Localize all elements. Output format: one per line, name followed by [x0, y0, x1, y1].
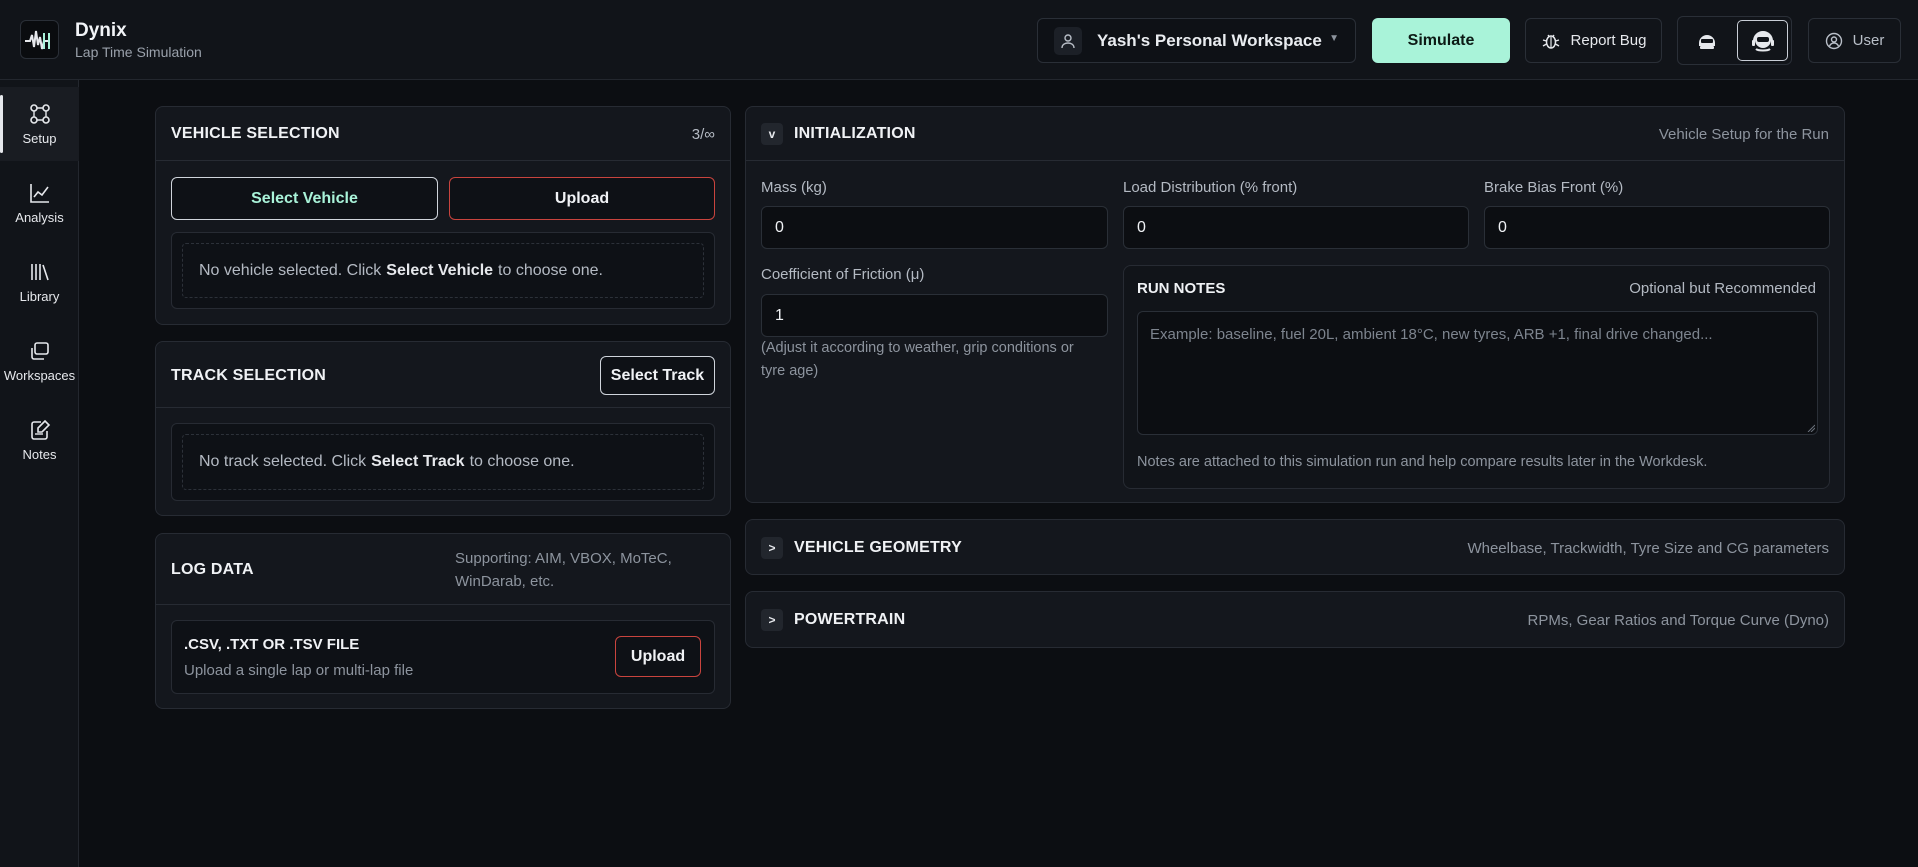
bug-icon [1542, 34, 1559, 49]
collapse-toggle-icon[interactable]: v [761, 123, 783, 145]
app-name: Dynix [75, 20, 127, 41]
panel-title: TRACK SELECTION [171, 367, 326, 384]
run-notes-title: RUN NOTES [1137, 280, 1226, 297]
vehicle-geometry-section[interactable]: > VEHICLE GEOMETRY Wheelbase, Trackwidth… [745, 519, 1845, 575]
chevron-down-icon: ▼ [1329, 33, 1339, 44]
run-notes-badge: Optional but Recommended [1629, 280, 1816, 297]
workspace-selector[interactable]: Yash's Personal Workspace ▼ [1037, 18, 1356, 63]
sidebar-item-label: Setup [22, 130, 57, 146]
log-data-header: LOG DATA Supporting: AIM, VBOX, MoTeC, W… [156, 534, 730, 605]
sidebar-item-library[interactable]: Library [0, 245, 79, 319]
empty-text-bold: Select Vehicle [386, 261, 494, 279]
run-notes-placeholder: Example: baseline, fuel 20L, ambient 18°… [1150, 326, 1713, 343]
resize-handle-icon[interactable] [1807, 424, 1815, 432]
empty-text-suffix: to choose one. [498, 261, 603, 279]
supported-formats-text: Supporting: AIM, VBOX, MoTeC, WinDarab, … [455, 550, 672, 590]
library-icon [30, 263, 49, 280]
report-bug-button[interactable]: Report Bug [1525, 18, 1662, 63]
mass-input[interactable]: 0 [761, 206, 1108, 249]
track-empty-state: No track selected. Click Select Track to… [171, 423, 715, 501]
simulate-button[interactable]: Simulate [1372, 18, 1510, 63]
mass-label: Mass (kg) [761, 179, 827, 196]
analysis-chart-icon [29, 183, 49, 203]
sidebar-item-notes[interactable]: Notes [0, 403, 79, 477]
panel-title: VEHICLE SELECTION [171, 125, 340, 142]
user-circle-icon [1825, 32, 1842, 49]
report-bug-label: Report Bug [1570, 32, 1647, 49]
sidebar-item-workspaces[interactable]: Workspaces [0, 324, 79, 398]
section-subtitle: Wheelbase, Trackwidth, Tyre Size and CG … [1467, 540, 1829, 557]
vehicle-count: 3/∞ [691, 126, 715, 143]
panel-title: INITIALIZATION [794, 125, 916, 142]
log-file-dropzone[interactable]: .CSV, .TXT OR .TSV FILE Upload a single … [171, 620, 715, 694]
section-title: VEHICLE GEOMETRY [794, 539, 962, 556]
user-label: User [1852, 32, 1885, 49]
run-notes-card: RUN NOTES Optional but Recommended Examp… [1123, 265, 1830, 489]
top-bar: Dynix Lap Time Simulation Yash's Persona… [0, 0, 1918, 80]
user-menu-button[interactable]: User [1808, 18, 1901, 63]
empty-text-prefix: No track selected. Click [199, 453, 367, 470]
friction-hint: (Adjust it according to weather, grip co… [761, 340, 1074, 379]
load-distribution-label: Load Distribution (% front) [1123, 179, 1298, 196]
friction-input[interactable]: 1 [761, 294, 1108, 337]
empty-text-suffix: to choose one. [469, 453, 575, 470]
sidebar: Setup Analysis Library Workspaces Notes [0, 80, 79, 867]
file-types-title: .CSV, .TXT OR .TSV FILE [184, 636, 360, 653]
expand-toggle-icon[interactable]: > [761, 537, 783, 559]
sidebar-item-label: Analysis [15, 209, 64, 225]
friction-label: Coefficient of Friction (μ) [761, 266, 925, 283]
initialization-panel: v INITIALIZATION Vehicle Setup for the R… [745, 106, 1845, 503]
workspaces-icon [30, 341, 49, 360]
setup-icon [29, 103, 50, 124]
sidebar-item-analysis[interactable]: Analysis [0, 166, 79, 240]
mode-toggle-group [1677, 16, 1792, 65]
panel-subtitle: Vehicle Setup for the Run [1658, 126, 1829, 143]
brake-bias-label: Brake Bias Front (%) [1484, 179, 1624, 196]
run-notes-textarea[interactable]: Example: baseline, fuel 20L, ambient 18°… [1137, 311, 1818, 435]
engineer-headset-icon [1751, 30, 1774, 51]
powertrain-section[interactable]: > POWERTRAIN RPMs, Gear Ratios and Torqu… [745, 591, 1845, 648]
dynix-logo [20, 20, 59, 59]
helmet-icon [1698, 34, 1715, 49]
section-subtitle: RPMs, Gear Ratios and Torque Curve (Dyno… [1527, 612, 1829, 629]
notes-icon [30, 419, 50, 440]
select-vehicle-button[interactable]: Select Vehicle [171, 177, 438, 220]
sidebar-item-label: Workspaces [3, 367, 76, 383]
empty-text-prefix: No vehicle selected. Click [199, 261, 382, 279]
vehicle-selection-header: VEHICLE SELECTION 3/∞ [156, 107, 730, 161]
brake-bias-input[interactable]: 0 [1484, 206, 1830, 249]
section-title: POWERTRAIN [794, 611, 906, 628]
empty-text-bold: Select Track [371, 453, 465, 470]
waveform-logo-icon [24, 30, 50, 49]
user-icon [1054, 26, 1082, 55]
track-selection-panel: TRACK SELECTION Select Track No track se… [155, 341, 731, 516]
file-types-subtitle: Upload a single lap or multi-lap file [184, 662, 414, 679]
sidebar-item-label: Notes [22, 446, 57, 462]
sidebar-item-label: Library [19, 288, 60, 304]
upload-log-button[interactable]: Upload [615, 636, 701, 677]
upload-vehicle-button[interactable]: Upload [449, 177, 715, 220]
engineer-mode-button[interactable] [1737, 20, 1788, 61]
app-subtitle: Lap Time Simulation [75, 44, 202, 60]
select-track-button[interactable]: Select Track [600, 356, 715, 395]
expand-toggle-icon[interactable]: > [761, 609, 783, 631]
panel-title: LOG DATA [171, 561, 254, 578]
initialization-header[interactable]: v INITIALIZATION Vehicle Setup for the R… [746, 107, 1844, 161]
load-distribution-input[interactable]: 0 [1123, 206, 1469, 249]
vehicle-empty-state: No vehicle selected. Click Select Vehicl… [171, 232, 715, 309]
sidebar-item-setup[interactable]: Setup [0, 87, 79, 161]
helmet-mode-button[interactable] [1681, 20, 1732, 61]
run-notes-footer: Notes are attached to this simulation ru… [1137, 454, 1708, 470]
vehicle-selection-panel: VEHICLE SELECTION 3/∞ Select Vehicle Upl… [155, 106, 731, 325]
workspace-label: Yash's Personal Workspace [1097, 30, 1322, 50]
log-data-panel: LOG DATA Supporting: AIM, VBOX, MoTeC, W… [155, 533, 731, 709]
